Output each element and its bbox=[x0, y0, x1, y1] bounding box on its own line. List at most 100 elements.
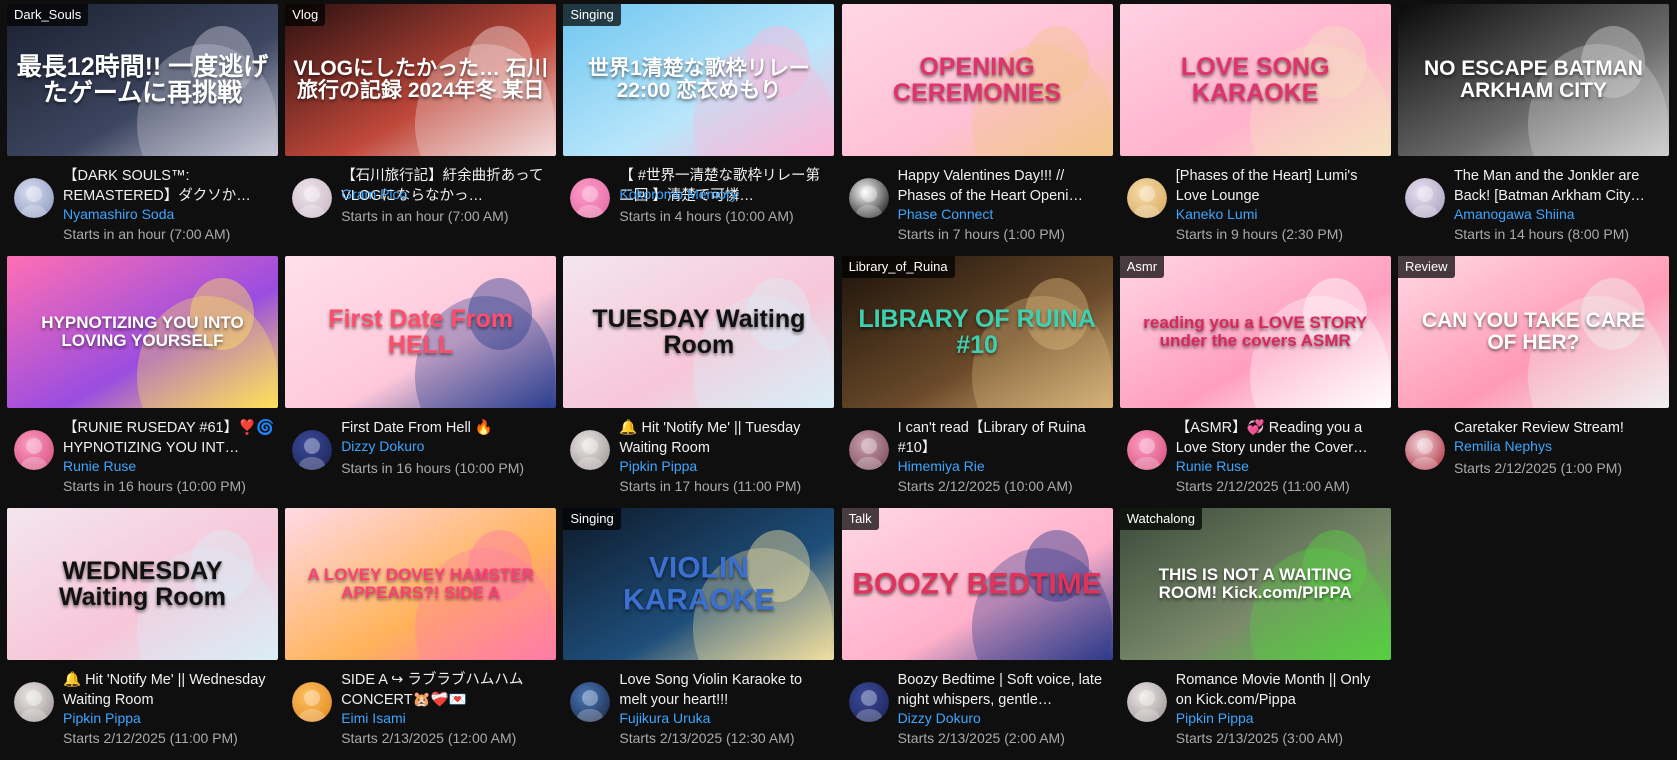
channel-name[interactable]: Remilia Nephys bbox=[1454, 438, 1552, 454]
channel-name[interactable]: Phase Connect bbox=[898, 206, 994, 222]
thumbnail-text: VLOGにしたかった… 石川旅行の記録 2024年冬 某日 bbox=[293, 56, 548, 102]
channel-avatar[interactable] bbox=[292, 430, 333, 470]
channel-avatar[interactable] bbox=[1404, 178, 1445, 218]
channel-avatar[interactable] bbox=[570, 178, 611, 218]
video-title[interactable]: [Phases of the Heart] Lumi's Love Lounge bbox=[1176, 166, 1388, 206]
video-card[interactable]: CAN YOU TAKE CARE OF HER? Review Caretak… bbox=[1397, 256, 1669, 508]
video-card[interactable]: NO ESCAPE BATMAN ARKHAM CITY The Man and… bbox=[1397, 4, 1669, 256]
video-thumbnail[interactable]: THIS IS NOT A WAITING ROOM! Kick.com/PIP… bbox=[1119, 508, 1391, 660]
channel-avatar[interactable] bbox=[848, 178, 889, 218]
stream-status: Starts 2/13/2025 (12:30 AM) bbox=[619, 730, 795, 746]
video-title[interactable]: 🔔 Hit 'Notify Me' || Tuesday Waiting Roo… bbox=[619, 418, 831, 458]
thumbnail-text: CAN YOU TAKE CARE OF HER? bbox=[1421, 308, 1646, 354]
video-thumbnail[interactable]: LOVE SONG KARAOKE bbox=[1119, 4, 1391, 156]
stream-status: Starts 2/12/2025 (11:00 AM) bbox=[1175, 478, 1350, 494]
video-card[interactable]: A LOVEY DOVEY HAMSTER APPEARS?! SIDE A S… bbox=[285, 508, 557, 760]
video-card[interactable]: reading you a LOVE STORY under the cover… bbox=[1119, 256, 1391, 508]
video-thumbnail[interactable]: NO ESCAPE BATMAN ARKHAM CITY bbox=[1397, 4, 1669, 156]
category-tag: Review bbox=[1397, 256, 1455, 278]
video-title[interactable]: 【ASMR】💞 Reading you a Love Story under t… bbox=[1176, 418, 1388, 458]
video-thumbnail[interactable]: 最長12時間!! 一度逃げたゲームに再挑戦 Dark_Souls bbox=[7, 4, 278, 156]
video-thumbnail[interactable]: VLOGにしたかった… 石川旅行の記録 2024年冬 某日 Vlog bbox=[285, 4, 557, 156]
channel-name[interactable]: Dizzy Dokuro bbox=[341, 438, 424, 454]
video-thumbnail[interactable]: A LOVEY DOVEY HAMSTER APPEARS?! SIDE A bbox=[285, 508, 557, 660]
video-card[interactable]: BOOZY BEDTIME Talk Boozy Bedtime | Soft … bbox=[841, 508, 1113, 760]
channel-name[interactable]: Amanogawa Shiina bbox=[1454, 206, 1575, 222]
channel-avatar[interactable] bbox=[848, 682, 889, 722]
stream-status: Starts in 16 hours (10:00 PM) bbox=[341, 460, 525, 476]
video-title[interactable]: Romance Movie Month || Only on Kick.com/… bbox=[1176, 670, 1388, 710]
channel-name[interactable]: Pipkin Pippa bbox=[63, 710, 141, 726]
video-thumbnail[interactable]: VIOLIN KARAOKE Singing bbox=[563, 508, 835, 660]
video-thumbnail[interactable]: LIBRARY OF RUINA #10 Library_of_Ruina bbox=[841, 256, 1113, 408]
stream-status: Starts 2/13/2025 (12:00 AM) bbox=[341, 730, 517, 746]
video-card[interactable]: 最長12時間!! 一度逃げたゲームに再挑戦 Dark_Souls 【DARK S… bbox=[7, 4, 278, 256]
video-thumbnail[interactable]: First Date From HELL bbox=[285, 256, 557, 408]
video-meta: 【石川旅行記】紆余曲折あってVLOGにならなかっ… Gram Pico Star… bbox=[285, 156, 556, 252]
channel-avatar[interactable] bbox=[1126, 178, 1167, 218]
video-meta: [Phases of the Heart] Lumi's Love Lounge… bbox=[1120, 156, 1391, 252]
video-title[interactable]: First Date From Hell 🔥 bbox=[341, 418, 553, 438]
channel-name[interactable]: Gram Pico bbox=[341, 186, 407, 202]
video-thumbnail[interactable]: reading you a LOVE STORY under the cover… bbox=[1119, 256, 1391, 408]
video-card[interactable]: LIBRARY OF RUINA #10 Library_of_Ruina I … bbox=[841, 256, 1113, 508]
video-thumbnail[interactable]: HYPNOTIZING YOU INTO LOVING YOURSELF bbox=[7, 256, 278, 408]
video-title[interactable]: 🔔 Hit 'Notify Me' || Wednesday Waiting R… bbox=[63, 670, 275, 710]
video-card[interactable]: THIS IS NOT A WAITING ROOM! Kick.com/PIP… bbox=[1119, 508, 1391, 760]
channel-name[interactable]: Fujikura Uruka bbox=[619, 710, 710, 726]
channel-avatar[interactable] bbox=[14, 682, 54, 722]
channel-avatar[interactable] bbox=[1404, 430, 1445, 470]
video-title[interactable]: 【DARK SOULS™: REMASTERED】ダクソか… bbox=[63, 166, 275, 206]
channel-name[interactable]: Kokoromo Memory bbox=[619, 186, 737, 202]
video-card[interactable]: VIOLIN KARAOKE Singing Love Song Violin … bbox=[563, 508, 835, 760]
video-thumbnail[interactable]: OPENING CEREMONIES bbox=[841, 4, 1113, 156]
video-title[interactable]: 【RUNIE RUSEDAY #61】❣️🌀 HYPNOTIZING YOU I… bbox=[63, 418, 275, 458]
channel-avatar[interactable] bbox=[570, 682, 611, 722]
channel-name[interactable]: Dizzy Dokuro bbox=[898, 710, 981, 726]
video-card[interactable]: HYPNOTIZING YOU INTO LOVING YOURSELF 【RU… bbox=[7, 256, 278, 508]
channel-name[interactable]: Pipkin Pippa bbox=[619, 458, 697, 474]
channel-name[interactable]: Pipkin Pippa bbox=[1176, 710, 1254, 726]
channel-avatar[interactable] bbox=[1126, 682, 1167, 722]
video-thumbnail[interactable]: CAN YOU TAKE CARE OF HER? Review bbox=[1397, 256, 1669, 408]
video-card[interactable]: First Date From HELL First Date From Hel… bbox=[285, 256, 557, 508]
video-meta: Happy Valentines Day!!! // Phases of the… bbox=[842, 156, 1113, 252]
video-card[interactable]: TUESDAY Waiting Room 🔔 Hit 'Notify Me' |… bbox=[563, 256, 835, 508]
video-meta: Love Song Violin Karaoke to melt your he… bbox=[563, 660, 834, 756]
channel-avatar[interactable] bbox=[570, 430, 611, 470]
stream-status: Starts in 17 hours (11:00 PM) bbox=[619, 478, 802, 494]
video-thumbnail[interactable]: TUESDAY Waiting Room bbox=[563, 256, 835, 408]
video-card[interactable]: WEDNESDAY Waiting Room 🔔 Hit 'Notify Me'… bbox=[7, 508, 278, 760]
stream-status: Starts in 14 hours (8:00 PM) bbox=[1453, 226, 1630, 242]
channel-avatar[interactable] bbox=[14, 430, 54, 470]
stream-status: Starts 2/12/2025 (1:00 PM) bbox=[1453, 460, 1623, 476]
video-card[interactable]: 世界1清楚な歌枠リレー 22:00 恋衣めもり Singing 【 #世界一清楚… bbox=[563, 4, 835, 256]
video-meta: 【 #世界一清楚な歌枠リレー第二回 】清楚で可憐… Kokoromo Memor… bbox=[563, 156, 834, 252]
channel-avatar[interactable] bbox=[14, 178, 54, 218]
channel-avatar[interactable] bbox=[292, 682, 333, 722]
video-title[interactable]: I can't read【Library of Ruina #10】 bbox=[898, 418, 1110, 458]
video-thumbnail[interactable]: BOOZY BEDTIME Talk bbox=[841, 508, 1113, 660]
channel-name[interactable]: Kaneko Lumi bbox=[1176, 206, 1258, 222]
thumbnail-text: reading you a LOVE STORY under the cover… bbox=[1143, 313, 1368, 350]
channel-avatar[interactable] bbox=[1126, 430, 1167, 470]
video-thumbnail[interactable]: 世界1清楚な歌枠リレー 22:00 恋衣めもり Singing bbox=[563, 4, 835, 156]
video-title[interactable]: Love Song Violin Karaoke to melt your he… bbox=[619, 670, 831, 710]
video-title[interactable]: Caretaker Review Stream! bbox=[1454, 418, 1666, 438]
video-title[interactable]: Happy Valentines Day!!! // Phases of the… bbox=[898, 166, 1110, 206]
video-title[interactable]: Boozy Bedtime | Soft voice, late night w… bbox=[898, 670, 1110, 710]
video-title[interactable]: SIDE A ↪ ラブラブハムハム CONCERT🐹❤️‍🩹💌 bbox=[341, 670, 553, 710]
channel-avatar[interactable] bbox=[292, 178, 333, 218]
channel-name[interactable]: Nyamashiro Soda bbox=[63, 206, 174, 222]
channel-name[interactable]: Himemiya Rie bbox=[898, 458, 985, 474]
channel-name[interactable]: Runie Ruse bbox=[63, 458, 136, 474]
channel-avatar[interactable] bbox=[848, 430, 889, 470]
video-card[interactable]: OPENING CEREMONIES Happy Valentines Day!… bbox=[841, 4, 1113, 256]
video-title[interactable]: The Man and the Jonkler are Back! [Batma… bbox=[1454, 166, 1666, 206]
channel-name[interactable]: Runie Ruse bbox=[1176, 458, 1249, 474]
category-tag: Dark_Souls bbox=[7, 4, 89, 26]
video-card[interactable]: LOVE SONG KARAOKE [Phases of the Heart] … bbox=[1119, 4, 1391, 256]
video-card[interactable]: VLOGにしたかった… 石川旅行の記録 2024年冬 某日 Vlog 【石川旅行… bbox=[285, 4, 557, 256]
video-thumbnail[interactable]: WEDNESDAY Waiting Room bbox=[7, 508, 278, 660]
channel-name[interactable]: Eimi Isami bbox=[341, 710, 406, 726]
